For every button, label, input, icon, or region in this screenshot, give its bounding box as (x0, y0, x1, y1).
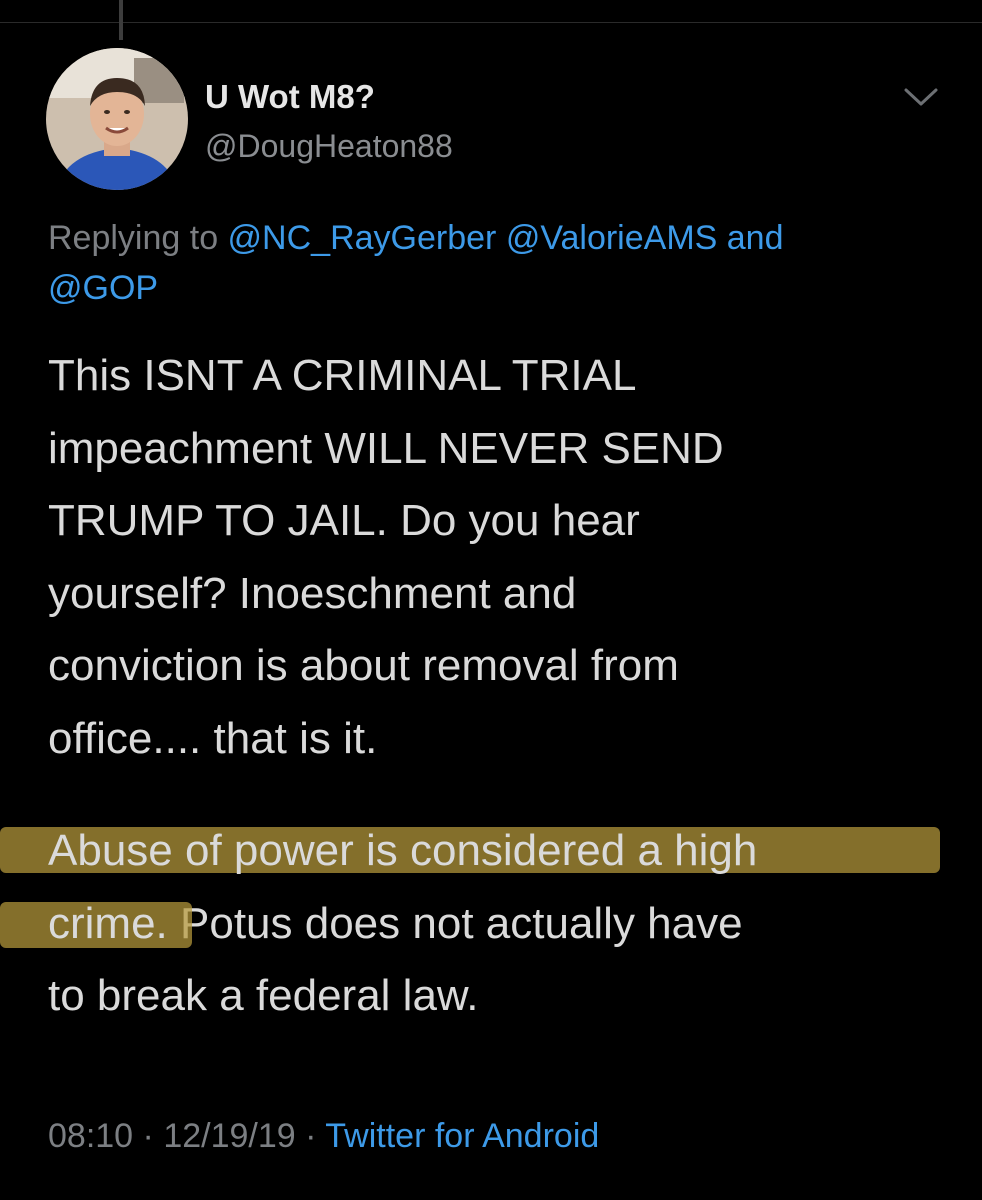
user-handle[interactable]: @DougHeaton88 (205, 128, 453, 165)
mention-link[interactable]: @ValorieAMS (506, 219, 718, 257)
meta-separator: · (133, 1117, 164, 1155)
mention-link[interactable]: @NC_RayGerber (228, 219, 497, 257)
body-line: office.... that is it. (48, 713, 378, 763)
body-line-partial-highlight: crime. Potus does not actually have (0, 888, 948, 961)
body-line: conviction is about removal from (48, 641, 679, 690)
body-line: This ISNT A CRIMINAL TRIAL (48, 351, 637, 400)
replying-prefix: Replying to (48, 219, 228, 257)
body-line: yourself? Inoeschment and (48, 568, 577, 618)
body-text-segment: Potus does not actually have (167, 898, 743, 948)
thread-connector (119, 0, 123, 40)
tweet-body: This ISNT A CRIMINAL TRIAL impeachment W… (0, 340, 948, 1033)
body-line-highlighted: Abuse of power is considered a high (0, 815, 948, 888)
highlighted-text: Abuse of power is considered a high (48, 826, 758, 875)
highlighted-text: crime. (48, 898, 168, 948)
body-line: to break a federal law. (48, 971, 479, 1020)
display-name[interactable]: U Wot M8? (205, 78, 375, 116)
body-line: impeachment WILL NEVER SEND (48, 423, 724, 473)
mentions-joiner[interactable]: and (717, 219, 784, 257)
avatar[interactable] (46, 48, 188, 190)
chevron-down-icon[interactable] (900, 82, 942, 112)
meta-separator: · (295, 1117, 326, 1155)
top-divider (0, 22, 982, 23)
tweet-time: 08:10 (48, 1117, 134, 1155)
replying-to: Replying to @NC_RayGerber @ValorieAMS an… (48, 213, 948, 313)
body-line: TRUMP TO JAIL. Do you hear (48, 496, 640, 545)
mention-link[interactable]: @GOP (48, 269, 158, 307)
tweet-date: 12/19/19 (163, 1117, 296, 1155)
tweet-meta: 08:10 · 12/19/19 · Twitter for Android (48, 1117, 599, 1156)
tweet-source-link[interactable]: Twitter for Android (325, 1117, 599, 1155)
avatar-image (46, 48, 188, 190)
